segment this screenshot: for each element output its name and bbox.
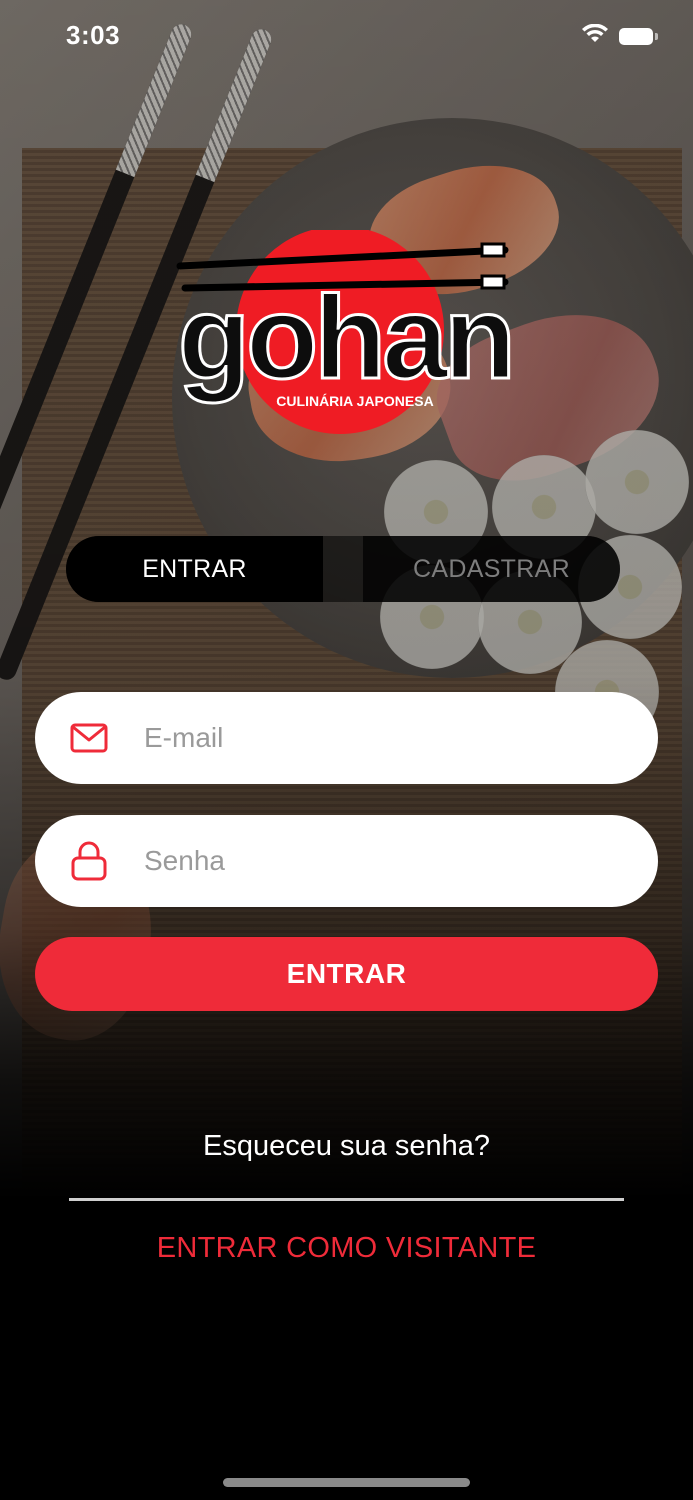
tab-entrar[interactable]: ENTRAR [66,536,323,602]
tab-entrar-label: ENTRAR [142,554,247,583]
mail-icon [69,718,109,758]
status-time: 3:03 [66,20,121,50]
tab-cadastrar[interactable]: CADASTRAR [363,536,620,602]
tab-cadastrar-label: CADASTRAR [413,554,570,583]
logo-tagline: CULINÁRIA JAPONESA [276,393,433,409]
lock-icon [69,841,109,881]
forgot-password-link[interactable]: Esqueceu sua senha? [0,1130,693,1163]
battery-icon [619,28,658,45]
gohan-logo: gohan CULINÁRIA JAPONESA [130,226,560,440]
guest-login-link[interactable]: ENTRAR COMO VISITANTE [0,1232,693,1265]
home-indicator[interactable] [223,1478,470,1487]
logo-wordmark: gohan [178,272,512,404]
login-button[interactable]: ENTRAR [35,937,658,1011]
divider [69,1198,624,1201]
auth-tabs: ENTRAR CADASTRAR [66,536,620,602]
login-button-label: ENTRAR [286,958,407,989]
email-input[interactable] [144,722,624,754]
tab-separator [323,536,363,602]
status-icons [581,23,658,49]
password-field-container [35,815,658,907]
wifi-icon [581,23,609,49]
email-field-container [35,692,658,784]
password-input[interactable] [144,845,624,877]
